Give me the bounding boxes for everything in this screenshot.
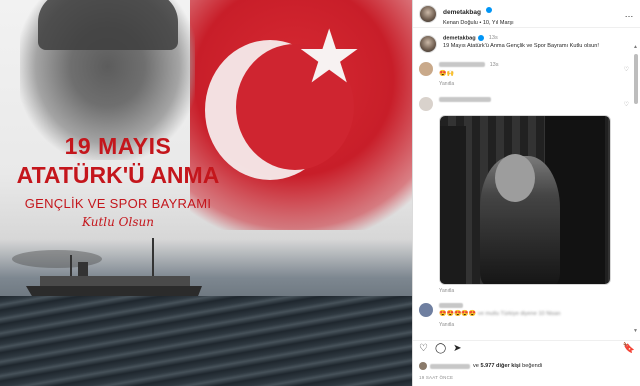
more-options-icon[interactable]: … bbox=[625, 9, 635, 19]
header-text: demetakbag Kenan Doğulu • 10, Yıl Marşı bbox=[443, 1, 514, 26]
avatar[interactable] bbox=[419, 35, 437, 53]
comment-body: 😍😍😍😍😍 ve mutlu Türkiye diyene 10 Nisan Y… bbox=[439, 302, 561, 329]
blurred-username[interactable] bbox=[430, 363, 470, 369]
likes-count[interactable]: 5.977 diğer kişi bbox=[480, 363, 520, 369]
comment-like-icon[interactable]: ♡ bbox=[624, 62, 629, 88]
image-title-date: 19 MAYIS bbox=[64, 133, 172, 159]
post-header: demetakbag Kenan Doğulu • 10, Yıl Marşı … bbox=[413, 0, 640, 28]
likes-summary[interactable]: ve 5.977 diğer kişi beğendi bbox=[419, 362, 542, 370]
scroll-down-arrow-icon[interactable]: ▼ bbox=[633, 328, 638, 334]
comment-body: 13s 😍🙌 Yanıtla bbox=[439, 62, 499, 88]
likes-suffix: beğendi bbox=[522, 363, 543, 369]
image-greeting: Kutlu Olsun bbox=[82, 215, 154, 229]
caption-text: 19 Mayıs Atatürk'ü Anma Gençlik ve Spor … bbox=[443, 43, 599, 50]
comment-emojis: 😍🙌 bbox=[439, 70, 454, 77]
comment-text: ve mutlu Türkiye diyene 10 Nisan bbox=[477, 311, 561, 318]
reply-link[interactable]: Yanıtla bbox=[439, 322, 561, 329]
comment-item: 😍😍😍😍😍 ve mutlu Türkiye diyene 10 Nisan Y… bbox=[413, 294, 635, 329]
share-icon[interactable]: ➤ bbox=[453, 343, 461, 354]
comment-icon[interactable]: ◯ bbox=[435, 343, 446, 354]
ship-smoke bbox=[12, 250, 102, 268]
header-username[interactable]: demetakbag bbox=[443, 9, 481, 16]
sea-waves bbox=[0, 296, 412, 386]
reply-link[interactable]: Yanıtla bbox=[439, 81, 499, 88]
avatar[interactable] bbox=[419, 62, 433, 76]
ship-deck bbox=[40, 276, 190, 287]
gif-figure-head bbox=[495, 153, 535, 202]
post-date: 19 SAAT ÖNCE bbox=[419, 375, 454, 380]
caption-username[interactable]: demetakbag bbox=[443, 35, 476, 41]
post-image[interactable]: ★ 19 MAYIS ATATÜRK'Ü ANMA GENÇLİK VE SPO… bbox=[0, 0, 412, 386]
verified-badge-icon bbox=[486, 6, 493, 13]
scrollbar-thumb[interactable] bbox=[634, 54, 638, 104]
image-subtitle: GENÇLİK VE SPOR BAYRAMI bbox=[24, 196, 212, 211]
post-caption: demetakbag 13s 19 Mayıs Atatürk'ü Anma G… bbox=[413, 29, 635, 53]
header-audio[interactable]: Kenan Doğulu • 10, Yıl Marşı bbox=[443, 20, 514, 26]
post-actions: ♡ ◯ ➤ 🔖 bbox=[413, 340, 640, 356]
post-details-panel: demetakbag Kenan Doğulu • 10, Yıl Marşı … bbox=[412, 0, 640, 386]
comment-time: 13s bbox=[489, 62, 499, 68]
avatar bbox=[419, 362, 427, 370]
comments-list[interactable]: demetakbag 13s 19 Mayıs Atatürk'ü Anma G… bbox=[413, 29, 635, 329]
comment-emojis: 😍😍😍😍😍 bbox=[439, 311, 477, 318]
comment-gif[interactable] bbox=[439, 114, 611, 285]
image-title-main: ATATÜRK'Ü ANMA bbox=[16, 162, 220, 188]
caption-time: 13s bbox=[488, 35, 498, 42]
like-icon[interactable]: ♡ bbox=[419, 343, 428, 354]
avatar[interactable] bbox=[419, 302, 433, 317]
scroll-up-arrow-icon[interactable]: ▲ bbox=[633, 44, 638, 50]
ship-mast bbox=[152, 238, 154, 278]
blurred-username[interactable] bbox=[439, 302, 463, 308]
flag-star-icon: ★ bbox=[296, 14, 363, 100]
comments-scrollbar[interactable]: ▲ ▼ bbox=[633, 44, 638, 334]
avatar[interactable] bbox=[419, 96, 433, 111]
blurred-username[interactable] bbox=[439, 96, 491, 102]
comment-like-icon[interactable]: ♡ bbox=[624, 97, 629, 111]
likes-prefix: ve bbox=[473, 363, 479, 369]
blurred-username[interactable] bbox=[439, 62, 485, 68]
verified-badge-icon bbox=[478, 35, 485, 41]
comment-item: 13s 😍🙌 Yanıtla ♡ bbox=[413, 53, 635, 88]
caption-body: demetakbag 13s 19 Mayıs Atatürk'ü Anma G… bbox=[443, 35, 599, 53]
avatar[interactable] bbox=[419, 4, 437, 23]
comment-item: ♡ bbox=[413, 88, 635, 111]
gif-figure bbox=[440, 125, 466, 284]
portrait-hat bbox=[38, 0, 178, 50]
save-icon[interactable]: 🔖 bbox=[623, 343, 635, 354]
comment-body bbox=[439, 96, 491, 111]
